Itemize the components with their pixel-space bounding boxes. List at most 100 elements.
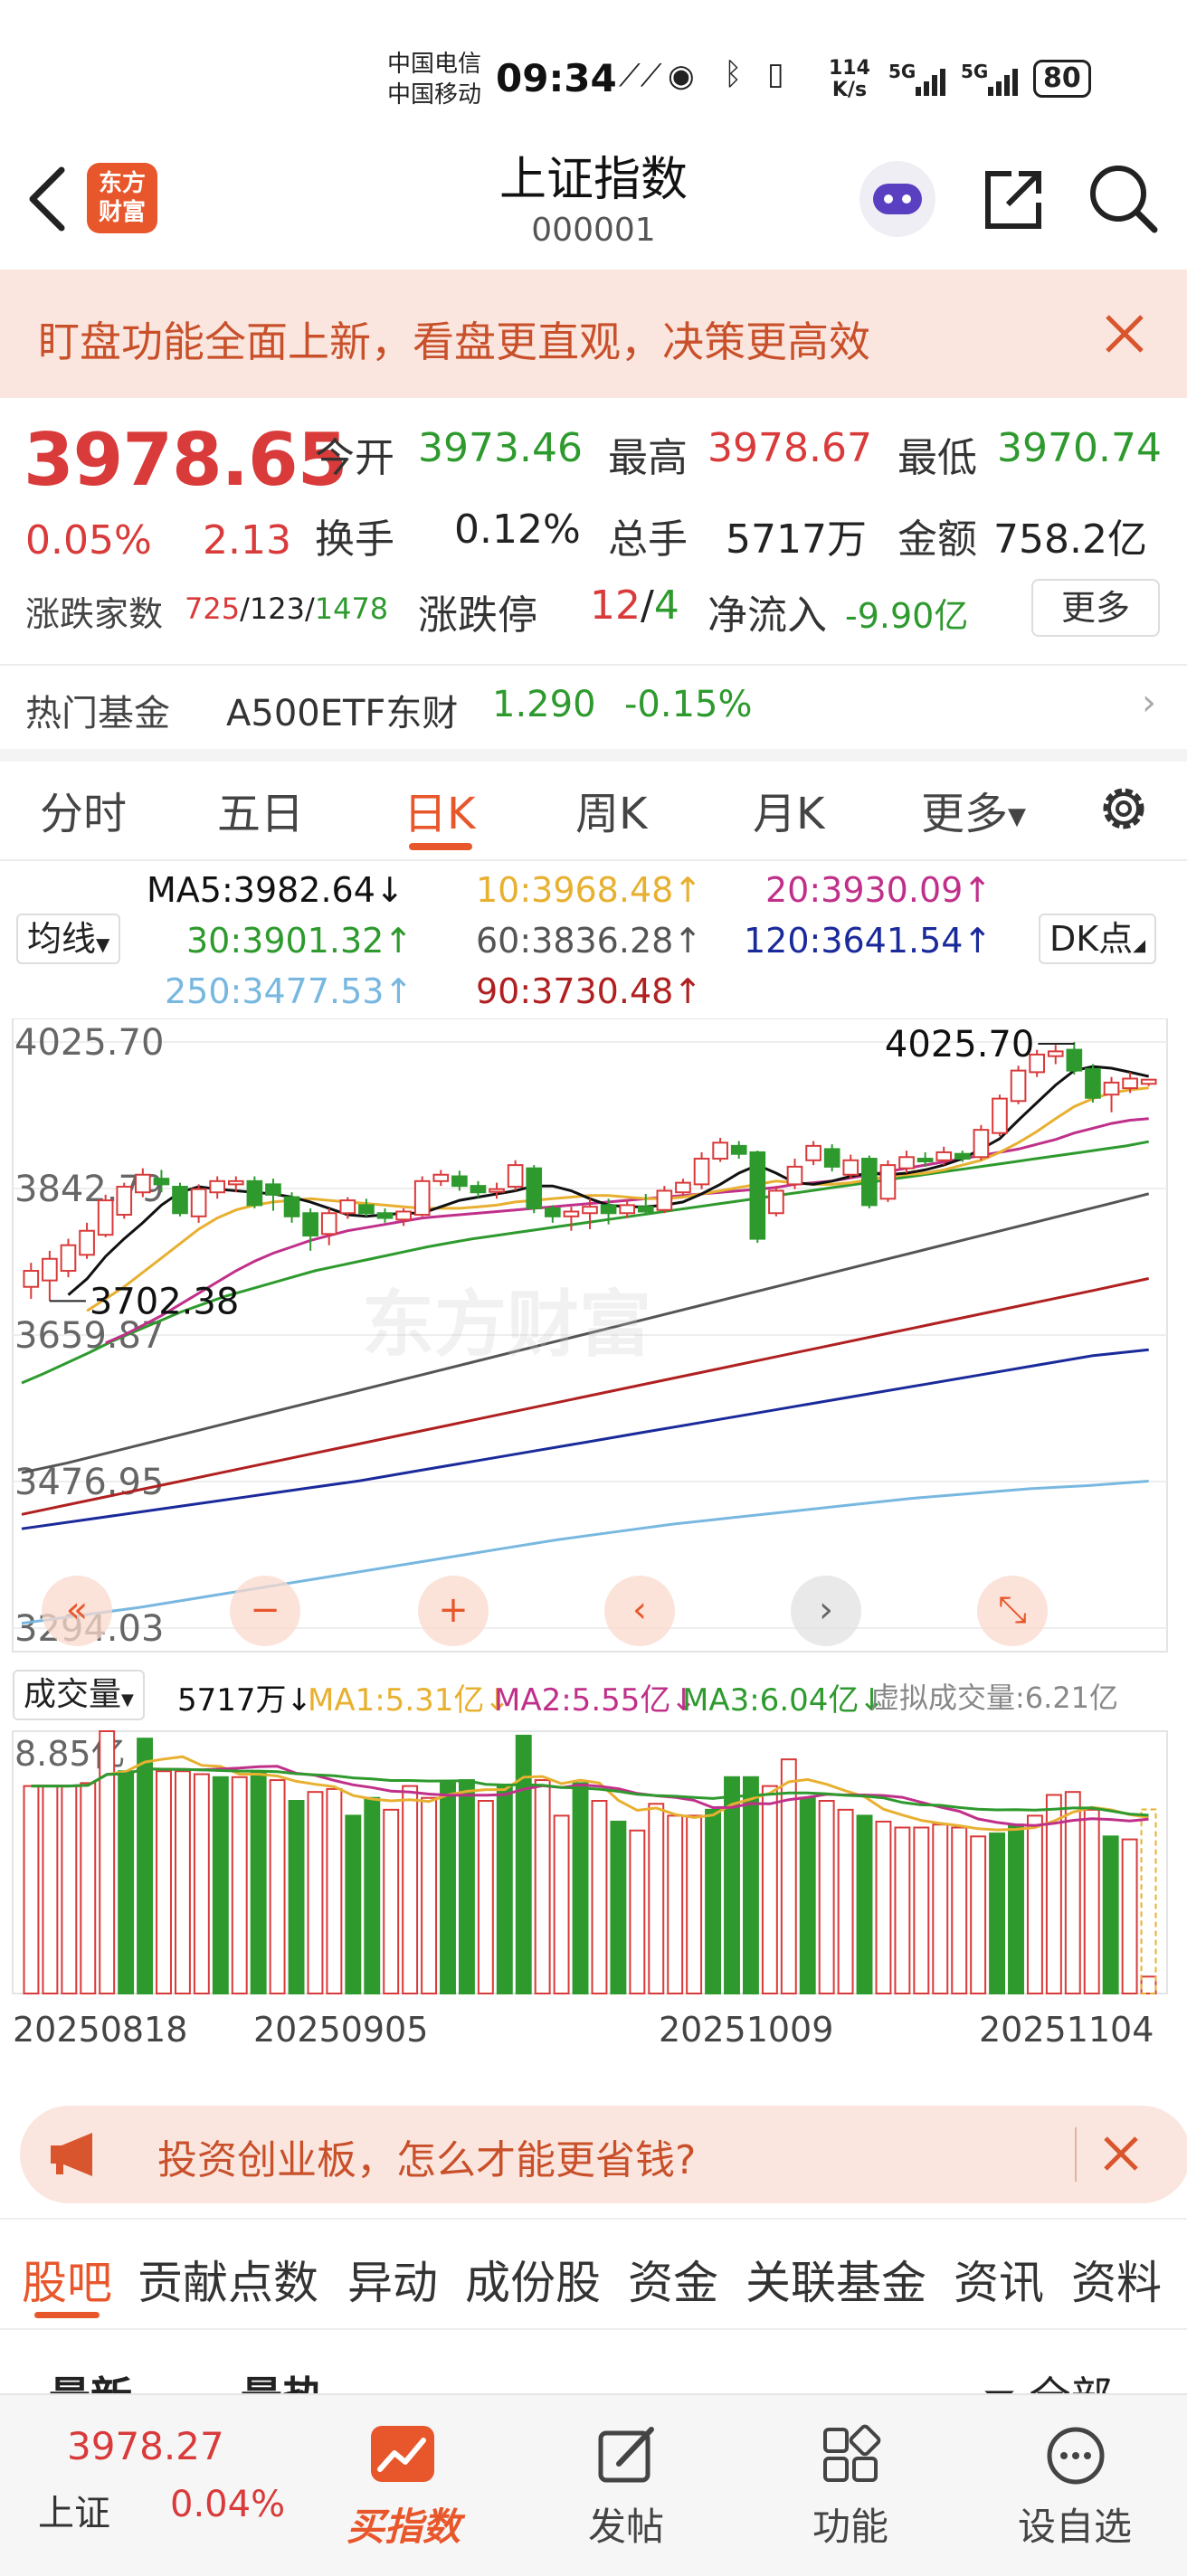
candle-body [358, 1204, 375, 1215]
breadth-separator: / [240, 592, 250, 626]
volume-bar [1026, 1814, 1043, 1994]
tab-news[interactable]: 资讯 [954, 2247, 1044, 2312]
candle-body [712, 1141, 728, 1160]
tab-monthly-k[interactable]: 月K [753, 778, 824, 841]
search-button[interactable] [1086, 161, 1162, 241]
move-right-button[interactable]: › [791, 1576, 861, 1646]
buy-index-button[interactable]: 买指数 [313, 2413, 494, 2567]
zoom-out-button[interactable]: − [230, 1576, 300, 1646]
chevron-right-icon: › [1142, 682, 1156, 724]
hot-fund-label: 热门基金 [25, 693, 170, 734]
feature-banner[interactable]: 盯盘功能全面上新，看盘更直观，决策更高效 [0, 270, 1187, 398]
watchlist-label: 设自选 [1017, 2505, 1132, 2549]
open-label: 今开 [315, 435, 394, 481]
volume-selector[interactable]: 成交量▼ [13, 1670, 145, 1720]
netflow-value: -9.90亿 [845, 596, 969, 636]
candle-body [1085, 1067, 1101, 1099]
share-button[interactable] [977, 163, 1049, 239]
tab-intraday[interactable]: 分时 [40, 778, 127, 841]
banner-close-button[interactable] [1102, 311, 1147, 360]
candle-body [954, 1152, 971, 1160]
plus-icon: + [438, 1589, 469, 1631]
candle-body [283, 1196, 300, 1217]
ai-assistant-button[interactable] [859, 161, 935, 237]
volume-bar [1140, 1975, 1157, 1994]
breadth-values: 725/123/1478 [185, 592, 388, 626]
svg-text:5G: 5G [888, 61, 916, 82]
volume-bar [875, 1820, 892, 1995]
limit-down: 4 [653, 582, 679, 629]
post-button[interactable]: 发帖 [536, 2413, 717, 2567]
volume-bar [856, 1814, 873, 1994]
add-watchlist-button[interactable]: 设自选 [984, 2413, 1165, 2567]
candle-body [135, 1173, 151, 1194]
promo-close-button[interactable] [1098, 2131, 1144, 2180]
post-label: 发帖 [587, 2505, 664, 2549]
buy-index-label: 买指数 [346, 2505, 461, 2549]
hot-fund-name: A500ETF东财 [226, 693, 459, 734]
logo-line-2: 财富 [98, 199, 146, 226]
tab-constituents[interactable]: 成份股 [465, 2247, 601, 2312]
tab-contribution[interactable]: 贡献点数 [138, 2247, 318, 2312]
volume-bar [818, 1800, 835, 1995]
divider [0, 2218, 1187, 2220]
date-tick-3: 20251009 [659, 2010, 834, 2050]
ma20-label: 20:3930.09↑ [765, 870, 992, 910]
promo-bar[interactable]: 投资创业板，怎么才能更省钱? [20, 2106, 1187, 2203]
candle-body [190, 1188, 207, 1217]
tab-five-day[interactable]: 五日 [217, 778, 304, 841]
tab-weekly-k[interactable]: 周K [575, 778, 647, 841]
section-gap [0, 749, 1187, 762]
candle-body [339, 1199, 356, 1215]
tab-more[interactable]: 更多▼ [921, 778, 1026, 841]
vibrate-icon: ▯ [767, 56, 784, 92]
more-button[interactable]: 更多 [1031, 579, 1160, 637]
dk-point-selector[interactable]: DK点◢ [1039, 914, 1157, 964]
edit-icon [598, 2427, 654, 2483]
volume-bar [648, 1803, 665, 1994]
zoom-in-button[interactable]: + [418, 1576, 489, 1646]
amount-label: 金额 [897, 516, 977, 563]
breadth-separator: / [304, 592, 315, 626]
candle-body [227, 1179, 244, 1186]
tab-daily-k[interactable]: 日K [404, 778, 475, 841]
tab-capital[interactable]: 资金 [628, 2247, 718, 2312]
volume-bar [724, 1776, 740, 1995]
volume-bar [1121, 1838, 1138, 1994]
volume-bar [42, 1785, 59, 1994]
candle-body [246, 1179, 263, 1207]
candle-body [1140, 1078, 1157, 1085]
breadth-label: 涨跌家数 [25, 594, 164, 634]
network-speed: 114 K/s [829, 58, 870, 101]
volume-bar [326, 1787, 343, 1995]
volume-bar [970, 1835, 987, 1994]
volume-chart[interactable]: 8.85亿 [0, 1720, 1187, 2001]
fullscreen-button[interactable]: ⤡ [977, 1576, 1048, 1646]
candle-body [23, 1270, 40, 1288]
move-left-button[interactable]: ‹ [604, 1576, 675, 1646]
candle-body [172, 1186, 188, 1215]
tab-guba[interactable]: 股吧 [22, 2247, 112, 2312]
function-button[interactable]: 功能 [760, 2413, 941, 2567]
candle-body [973, 1129, 990, 1159]
app-logo[interactable]: 东方 财富 [87, 163, 157, 233]
candle-body [749, 1151, 766, 1240]
robot-icon [873, 184, 922, 214]
tab-related-funds[interactable]: 关联基金 [745, 2247, 926, 2312]
divider [0, 859, 1187, 861]
clock: 09:34 [496, 56, 617, 100]
ma-selector[interactable]: 均线▼ [16, 914, 121, 964]
candle-body [1010, 1069, 1027, 1103]
candle-body [79, 1229, 95, 1256]
back-button[interactable] [22, 163, 72, 239]
zoom-fast-left-button[interactable]: « [42, 1576, 112, 1646]
tab-profile[interactable]: 资料 [1071, 2247, 1162, 2312]
promo-text: 投资创业板，怎么才能更省钱? [157, 2137, 697, 2183]
change-percent: 0.05% [25, 517, 152, 564]
amount-value: 758.2亿 [993, 516, 1147, 563]
chart-settings-button[interactable] [1095, 780, 1153, 841]
tab-movement[interactable]: 异动 [347, 2247, 438, 2312]
hot-fund-row[interactable]: 热门基金 A500ETF东财 1.290 -0.15% › [0, 666, 1187, 749]
ma120-label: 120:3641.54↑ [744, 921, 992, 961]
volume-bar [515, 1734, 532, 1995]
